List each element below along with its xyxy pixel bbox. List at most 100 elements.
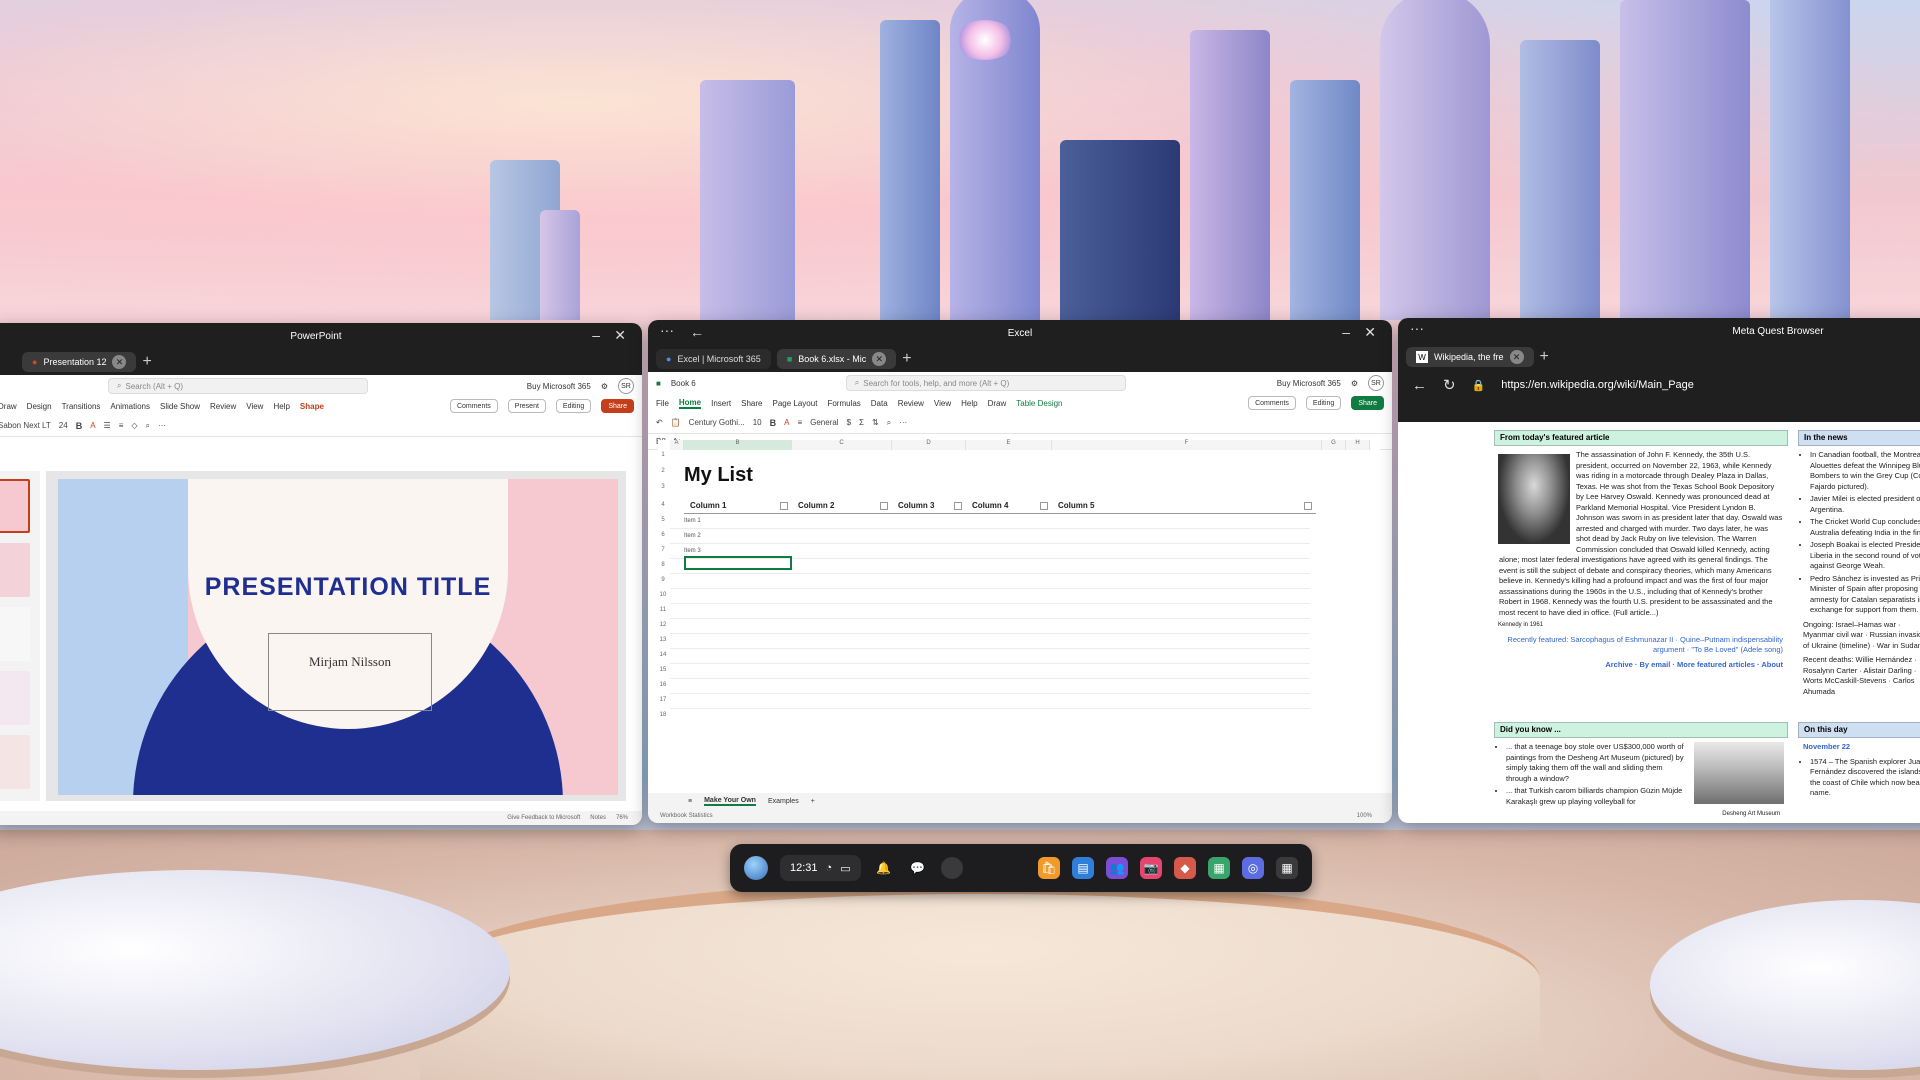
store-icon[interactable]: 🛍	[1038, 857, 1060, 879]
record-icon[interactable]	[940, 857, 963, 879]
currency-icon[interactable]: $	[847, 418, 851, 427]
filter-dropdown-icon[interactable]	[1040, 502, 1048, 510]
excel-titlebar[interactable]: ··· ← Excel – ✕	[648, 320, 1392, 346]
ongoing-events[interactable]: Ongoing: Israel–Hamas war · Myanmar civi…	[1803, 620, 1920, 652]
slide-subtitle[interactable]: Mirjam Nilsson	[268, 633, 432, 711]
editing-button[interactable]: Editing	[1305, 396, 1342, 410]
table-cell[interactable]: Item 3	[684, 548, 701, 554]
menu-animations[interactable]: Animations	[110, 402, 150, 411]
font-size[interactable]: 10	[753, 418, 762, 427]
files-icon[interactable]: ▤	[1072, 857, 1094, 879]
buy-button[interactable]: Buy Microsoft 365	[527, 382, 591, 391]
column-header[interactable]: H	[1346, 440, 1370, 450]
row-number[interactable]: 10	[658, 592, 668, 598]
wikipedia-page[interactable]: From today's featured article The assass…	[1398, 422, 1920, 823]
sort-icon[interactable]: ⇅	[872, 418, 879, 427]
bold-icon[interactable]: B	[770, 418, 777, 428]
feedback-link[interactable]: Give Feedback to Microsoft	[507, 815, 580, 821]
people-icon[interactable]: 👥	[1106, 857, 1128, 879]
column-header[interactable]: A	[670, 440, 684, 450]
find-icon[interactable]: ⌕	[146, 421, 150, 431]
slide-thumbnail[interactable]	[0, 543, 30, 597]
new-tab-icon[interactable]: +	[902, 350, 911, 368]
powerpoint-window[interactable]: PowerPoint – ✕ ● Presentation 12 ✕ + ⌕ S…	[0, 323, 642, 825]
column-header[interactable]: F	[1052, 440, 1322, 450]
sum-icon[interactable]: Σ	[859, 418, 864, 427]
more-options-icon[interactable]: ···	[660, 322, 674, 338]
number-format[interactable]: General	[810, 418, 838, 427]
font-size[interactable]: 24	[59, 421, 68, 430]
avatar[interactable]: SR	[618, 378, 634, 394]
row-number[interactable]: 8	[658, 562, 668, 568]
sheet-list-icon[interactable]: ≡	[688, 798, 692, 805]
menu-draw[interactable]: Draw	[988, 399, 1007, 408]
filter-dropdown-icon[interactable]	[954, 502, 962, 510]
column-header[interactable]: C	[792, 440, 892, 450]
font-name[interactable]: Sabon Next LT	[0, 421, 51, 430]
table-header[interactable]: Column 5	[1052, 498, 1316, 514]
search-input[interactable]: ⌕ Search for tools, help, and more (Alt …	[845, 375, 1126, 391]
comments-button[interactable]: Comments	[449, 399, 498, 413]
slide[interactable]: PRESENTATION TITLE Mirjam Nilsson	[58, 479, 618, 795]
comments-button[interactable]: Comments	[1248, 396, 1296, 410]
selected-cell[interactable]	[684, 556, 792, 570]
font-color-icon[interactable]: A	[784, 418, 789, 427]
menu-page-layout[interactable]: Page Layout	[773, 399, 818, 408]
menu-transitions[interactable]: Transitions	[62, 402, 101, 411]
menu-slide-show[interactable]: Slide Show	[160, 402, 200, 411]
menu-home[interactable]: Home	[678, 398, 702, 409]
font-color-icon[interactable]: A	[90, 421, 95, 430]
avatar[interactable]: SR	[1368, 375, 1384, 391]
menu-table-design[interactable]: Table Design	[1016, 399, 1062, 408]
workbook-statistics[interactable]: Workbook Statistics	[660, 813, 713, 819]
new-tab-icon[interactable]: +	[1540, 348, 1549, 366]
table-cell[interactable]: Item 2	[684, 533, 701, 539]
add-sheet-icon[interactable]: +	[811, 798, 815, 805]
kennedy-photo[interactable]	[1498, 454, 1570, 544]
sheet-title[interactable]: My List	[684, 464, 753, 487]
minimize-icon[interactable]: –	[592, 327, 600, 343]
table-header[interactable]: Column 3	[892, 498, 966, 514]
align-icon[interactable]: ≡	[119, 421, 124, 430]
menu-insert[interactable]: Insert	[711, 399, 731, 408]
spreadsheet-grid[interactable]: A B C D E F G H 1 2 3 4 5 6 7 8 9 10 11 …	[658, 440, 1380, 730]
present-button[interactable]: Present	[507, 399, 546, 413]
quick-settings[interactable]: 12:31 ◔ ▭	[780, 855, 861, 881]
row-number[interactable]: 16	[658, 682, 668, 688]
url-field[interactable]: https://en.wikipedia.org/wiki/Main_Page	[1501, 379, 1694, 391]
news-item[interactable]: In Canadian football, the Montreal Aloue…	[1810, 450, 1920, 492]
excel-window[interactable]: ··· ← Excel – ✕ ● Excel | Microsoft 365 …	[648, 320, 1392, 823]
editing-button[interactable]: Editing	[555, 399, 592, 413]
bullets-icon[interactable]: ☰	[104, 421, 111, 430]
on-this-day-date[interactable]: November 22	[1803, 742, 1920, 753]
row-number[interactable]: 12	[658, 622, 668, 628]
notes-button[interactable]: Notes	[590, 815, 606, 821]
back-icon[interactable]: ←	[1412, 377, 1427, 394]
app-3-icon[interactable]: ◎	[1242, 857, 1264, 879]
news-item[interactable]: Javier Milei is elected president of Arg…	[1810, 494, 1920, 515]
table-header[interactable]: Column 4	[966, 498, 1052, 514]
museum-photo[interactable]	[1694, 742, 1784, 804]
new-tab-icon[interactable]: +	[142, 353, 151, 371]
app-2-icon[interactable]: ▦	[1208, 857, 1230, 879]
slide-thumbnail[interactable]	[0, 671, 30, 725]
share-button[interactable]: Share	[601, 399, 634, 413]
row-number[interactable]: 6	[658, 532, 668, 538]
news-item[interactable]: The Cricket World Cup concludes with Aus…	[1810, 517, 1920, 538]
row-number[interactable]: 17	[658, 697, 668, 703]
recent-deaths[interactable]: Recent deaths: Willie Hernández · Rosaly…	[1803, 655, 1920, 697]
buy-button[interactable]: Buy Microsoft 365	[1277, 379, 1341, 388]
close-tab-icon[interactable]: ✕	[1509, 350, 1524, 364]
tab-excel-home[interactable]: ● Excel | Microsoft 365	[656, 349, 771, 369]
table-header[interactable]: Column 1	[684, 498, 792, 514]
row-number[interactable]: 18	[658, 712, 668, 718]
featured-links[interactable]: Archive · By email · More featured artic…	[1499, 660, 1783, 671]
news-item[interactable]: Joseph Boakai is elected President of Li…	[1810, 540, 1920, 572]
more-icon[interactable]: ···	[158, 421, 166, 430]
menu-help[interactable]: Help	[961, 399, 977, 408]
menu-review[interactable]: Review	[898, 399, 924, 408]
settings-icon[interactable]: ⚙	[1351, 379, 1358, 388]
reload-icon[interactable]: ↻	[1443, 376, 1456, 394]
menu-view[interactable]: View	[934, 399, 951, 408]
menu-shape[interactable]: Shape	[300, 402, 324, 411]
